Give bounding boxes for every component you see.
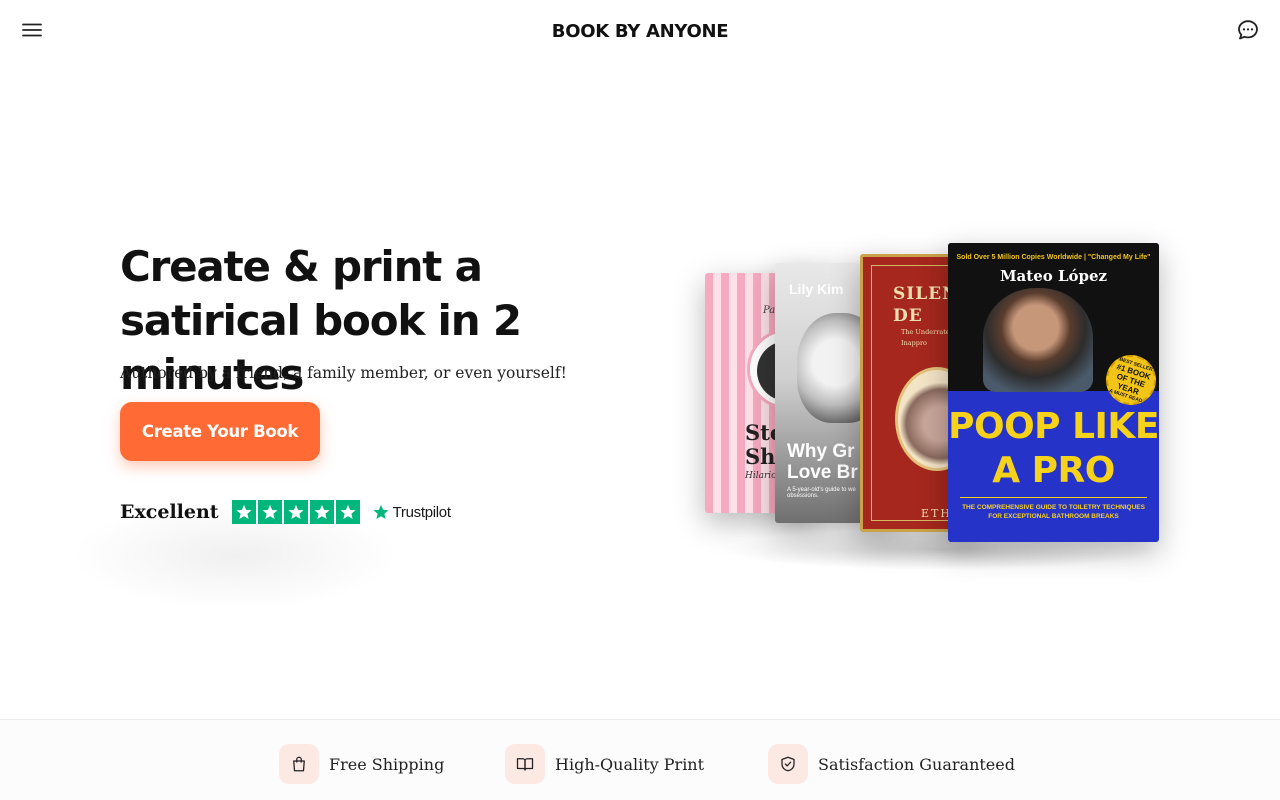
book-4-strapline: THE COMPREHENSIVE GUIDE TO TOILETRY TECH… xyxy=(962,504,1145,520)
open-book-icon xyxy=(505,744,545,784)
book-4-title-line: POOP LIKE xyxy=(948,406,1159,447)
feature-label: Free Shipping xyxy=(329,754,445,774)
hero-subline: Authored by a friend, a family member, o… xyxy=(120,364,567,382)
rating-stars xyxy=(231,500,360,524)
book-2-title: Why Gr Love Br xyxy=(787,441,858,483)
feature-label: Satisfaction Guaranteed xyxy=(818,754,1015,774)
book-1-top-text: Pa xyxy=(763,305,776,316)
book-4-author-photo xyxy=(983,288,1093,392)
book-2-title-line: Why Gr xyxy=(787,441,855,462)
book-cover-poop-like-a-pro: Sold Over 5 Million Copies Worldwide | "… xyxy=(948,243,1159,542)
feature-high-quality-print: High-Quality Print xyxy=(505,744,704,784)
feature-satisfaction-guaranteed: Satisfaction Guaranteed xyxy=(768,744,1015,784)
chat-bubble-icon[interactable] xyxy=(1236,18,1260,42)
rating-label: Excellent xyxy=(120,501,219,523)
star-icon xyxy=(309,500,334,524)
book-3-subtitle-line: Inappro xyxy=(901,339,927,347)
shopping-bag-icon xyxy=(279,744,319,784)
book-4-rule xyxy=(960,497,1147,498)
feature-label: High-Quality Print xyxy=(555,754,705,774)
top-bar: BOOK BY ANYONE xyxy=(0,0,1280,62)
create-your-book-button[interactable]: Create Your Book xyxy=(120,402,320,461)
trustpilot-label: Trustpilot xyxy=(392,503,451,521)
shield-check-icon xyxy=(768,744,808,784)
book-2-title-line: Love Br xyxy=(787,462,858,483)
book-3-subtitle: The Underrate Inappro xyxy=(901,327,950,349)
trustpilot-logo[interactable]: Trustpilot xyxy=(372,503,451,521)
star-icon xyxy=(257,500,282,524)
star-icon xyxy=(283,500,308,524)
star-icon xyxy=(335,500,360,524)
book-4-author: Mateo López xyxy=(999,267,1108,285)
book-cover-showcase: Pa Steth Shen Hilarious Tale Lily Kim Wh… xyxy=(690,230,1180,570)
book-4-title: POOP LIKE A PRO xyxy=(948,405,1159,493)
brand-logo[interactable]: BOOK BY ANYONE xyxy=(0,21,1280,42)
features-bar: Free Shipping High-Quality Print Satisfa… xyxy=(0,720,1280,800)
book-2-author: Lily Kim xyxy=(789,281,844,297)
feature-free-shipping: Free Shipping xyxy=(279,744,444,784)
book-4-tagline: Sold Over 5 Million Copies Worldwide | "… xyxy=(956,254,1151,261)
trustpilot-star-icon xyxy=(373,504,389,520)
book-4-title-line: A PRO xyxy=(992,450,1115,491)
star-icon xyxy=(231,500,256,524)
trustpilot-rating[interactable]: Excellent Trustpilot xyxy=(120,499,451,525)
book-3-subtitle-line: The Underrate xyxy=(901,328,950,336)
